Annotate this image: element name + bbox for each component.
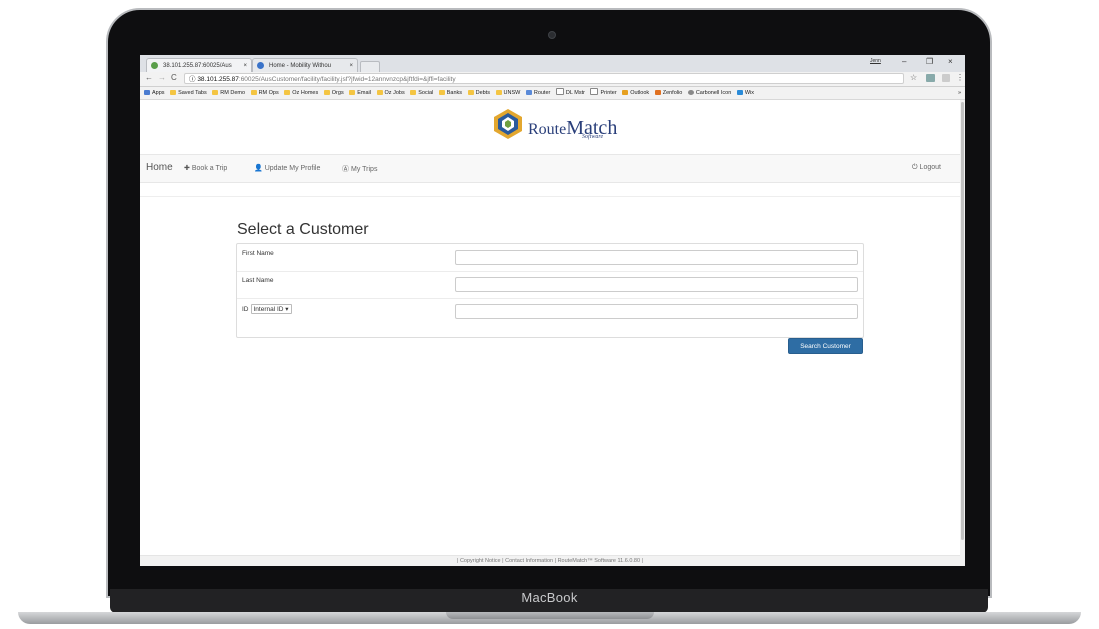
bookmark-item[interactable]: Wix xyxy=(736,87,754,99)
content-divider xyxy=(140,196,960,197)
bookmark-item[interactable]: DL Mstr xyxy=(555,87,585,99)
profile-button[interactable]: Jenn xyxy=(870,58,881,64)
star-icon[interactable]: ☆ xyxy=(910,73,917,82)
tab-title: 38.101.255.87:60025/Aus xyxy=(163,63,232,69)
bookmarks-bar: Apps Saved Tabs RM Demo RM Ops Oz Homes … xyxy=(140,87,965,100)
wix-icon xyxy=(736,90,743,95)
favicon-icon xyxy=(151,62,158,69)
scrollbar-thumb[interactable] xyxy=(961,102,964,540)
reload-icon[interactable]: C xyxy=(171,73,177,82)
zenfolio-icon xyxy=(654,90,661,95)
nav-home[interactable]: Home xyxy=(146,162,173,173)
folder-icon xyxy=(212,90,219,95)
bookmark-item[interactable]: Zenfolio xyxy=(654,87,682,99)
id-input[interactable] xyxy=(455,304,858,319)
page-scrollbar[interactable] xyxy=(960,100,965,566)
form-row-last-name: Last Name xyxy=(237,271,863,299)
bookmark-item[interactable]: Email xyxy=(349,87,371,99)
tab-title: Home - Mobility Withou xyxy=(269,63,332,69)
last-name-label: Last Name xyxy=(242,277,274,284)
tab-close-icon[interactable]: × xyxy=(349,59,353,72)
bookmark-item[interactable]: Banks xyxy=(438,87,462,99)
logo-subtitle: Software xyxy=(582,134,604,140)
id-type-select[interactable]: Internal ID ▾ xyxy=(250,304,292,314)
minimize-icon[interactable]: – xyxy=(902,57,906,66)
web-page: RouteMatch Software Home ✚ Book a Trip 👤 U… xyxy=(140,100,960,566)
forward-icon[interactable]: → xyxy=(158,73,166,82)
extension-icon[interactable] xyxy=(942,74,950,82)
router-icon xyxy=(525,90,532,95)
bookmark-item[interactable]: Orgs xyxy=(323,87,344,99)
webcam xyxy=(548,31,556,39)
bookmark-item[interactable]: Carbonell Icon xyxy=(687,87,731,99)
nav-my-trips[interactable]: Ⓐ My Trips xyxy=(342,164,377,174)
bookmark-item[interactable]: Oz Jobs xyxy=(376,87,405,99)
tab-strip: 38.101.255.87:60025/Aus × Home - Mobilit… xyxy=(140,55,965,73)
customer-search-form: First Name Last Name ID Internal ID ▾ xyxy=(236,243,864,338)
address-toolbar: ← → C ⓘ 38.101.255.87:60025/AusCustomer/… xyxy=(140,72,965,87)
tab-close-icon[interactable]: × xyxy=(243,59,247,72)
carbonell-icon xyxy=(687,90,694,95)
page-title: Select a Customer xyxy=(237,221,369,238)
page-icon xyxy=(555,88,564,95)
folder-icon xyxy=(323,90,330,95)
location-pin-icon xyxy=(257,62,264,69)
restore-icon[interactable]: ❐ xyxy=(926,57,933,66)
nav-book-trip[interactable]: ✚ Book a Trip xyxy=(184,164,227,172)
nav-update-profile[interactable]: 👤 Update My Profile xyxy=(254,164,320,172)
bookmark-item[interactable]: UNSW xyxy=(495,87,520,99)
last-name-input[interactable] xyxy=(455,277,858,292)
nav-logout[interactable]: ⏻ Logout xyxy=(912,164,941,172)
bookmark-item[interactable]: RM Ops xyxy=(250,87,279,99)
plus-icon: ✚ xyxy=(184,165,190,172)
bookmark-apps[interactable]: Apps xyxy=(144,87,165,99)
bookmark-item[interactable]: Printer xyxy=(590,87,617,99)
bookmarks-overflow-icon[interactable]: » xyxy=(958,87,961,99)
bookmark-item[interactable]: RM Demo xyxy=(212,87,245,99)
address-input[interactable]: ⓘ 38.101.255.87:60025/AusCustomer/facili… xyxy=(184,73,904,84)
back-icon[interactable]: ← xyxy=(145,73,153,82)
form-row-first-name: First Name xyxy=(237,244,863,272)
main-navbar: Home ✚ Book a Trip 👤 Update My Profile Ⓐ My… xyxy=(140,154,960,183)
folder-icon xyxy=(410,90,417,95)
extension-icon[interactable] xyxy=(926,74,935,82)
page-footer: | Copyright Notice | Contact Information… xyxy=(140,555,960,566)
form-row-id: ID Internal ID ▾ xyxy=(237,298,863,325)
bookmark-item[interactable]: Oz Homes xyxy=(284,87,318,99)
bookmark-item[interactable]: Debts xyxy=(467,87,490,99)
folder-icon xyxy=(467,90,474,95)
user-icon: 👤 xyxy=(254,165,263,172)
road-icon: Ⓐ xyxy=(342,166,349,173)
folder-icon xyxy=(284,90,291,95)
close-window-icon[interactable]: × xyxy=(948,57,953,66)
bookmark-item[interactable]: Router xyxy=(525,87,550,99)
folder-icon xyxy=(250,90,257,95)
menu-icon[interactable]: ⋮ xyxy=(956,73,964,82)
browser-tab[interactable]: Home - Mobility Withou × xyxy=(252,58,358,72)
url-path: :60025/AusCustomer/facility/facility.jsf… xyxy=(238,76,456,83)
search-customer-button[interactable]: Search Customer xyxy=(788,338,863,354)
first-name-input[interactable] xyxy=(455,250,858,265)
first-name-label: First Name xyxy=(242,250,274,257)
folder-icon xyxy=(495,90,502,95)
page-icon xyxy=(590,88,599,95)
folder-icon xyxy=(349,90,356,95)
browser-tab-active[interactable]: 38.101.255.87:60025/Aus × xyxy=(146,58,252,72)
id-label: ID Internal ID ▾ xyxy=(242,304,292,314)
screen: 38.101.255.87:60025/Aus × Home - Mobilit… xyxy=(140,55,965,566)
folder-icon xyxy=(376,90,383,95)
url-host: 38.101.255.87 xyxy=(197,76,239,83)
logo-wordmark: RouteMatch xyxy=(528,117,618,139)
folder-icon xyxy=(170,90,177,95)
bookmark-item[interactable]: Social xyxy=(410,87,433,99)
apps-grid-icon xyxy=(144,90,150,95)
outlook-icon xyxy=(622,90,629,95)
bookmark-item[interactable]: Saved Tabs xyxy=(170,87,207,99)
routematch-logo-icon xyxy=(494,109,522,139)
power-icon: ⏻ xyxy=(912,164,918,171)
folder-icon xyxy=(438,90,445,95)
bookmark-item[interactable]: Outlook xyxy=(622,87,649,99)
laptop-notch xyxy=(446,612,654,619)
device-label: MacBook xyxy=(521,590,578,605)
